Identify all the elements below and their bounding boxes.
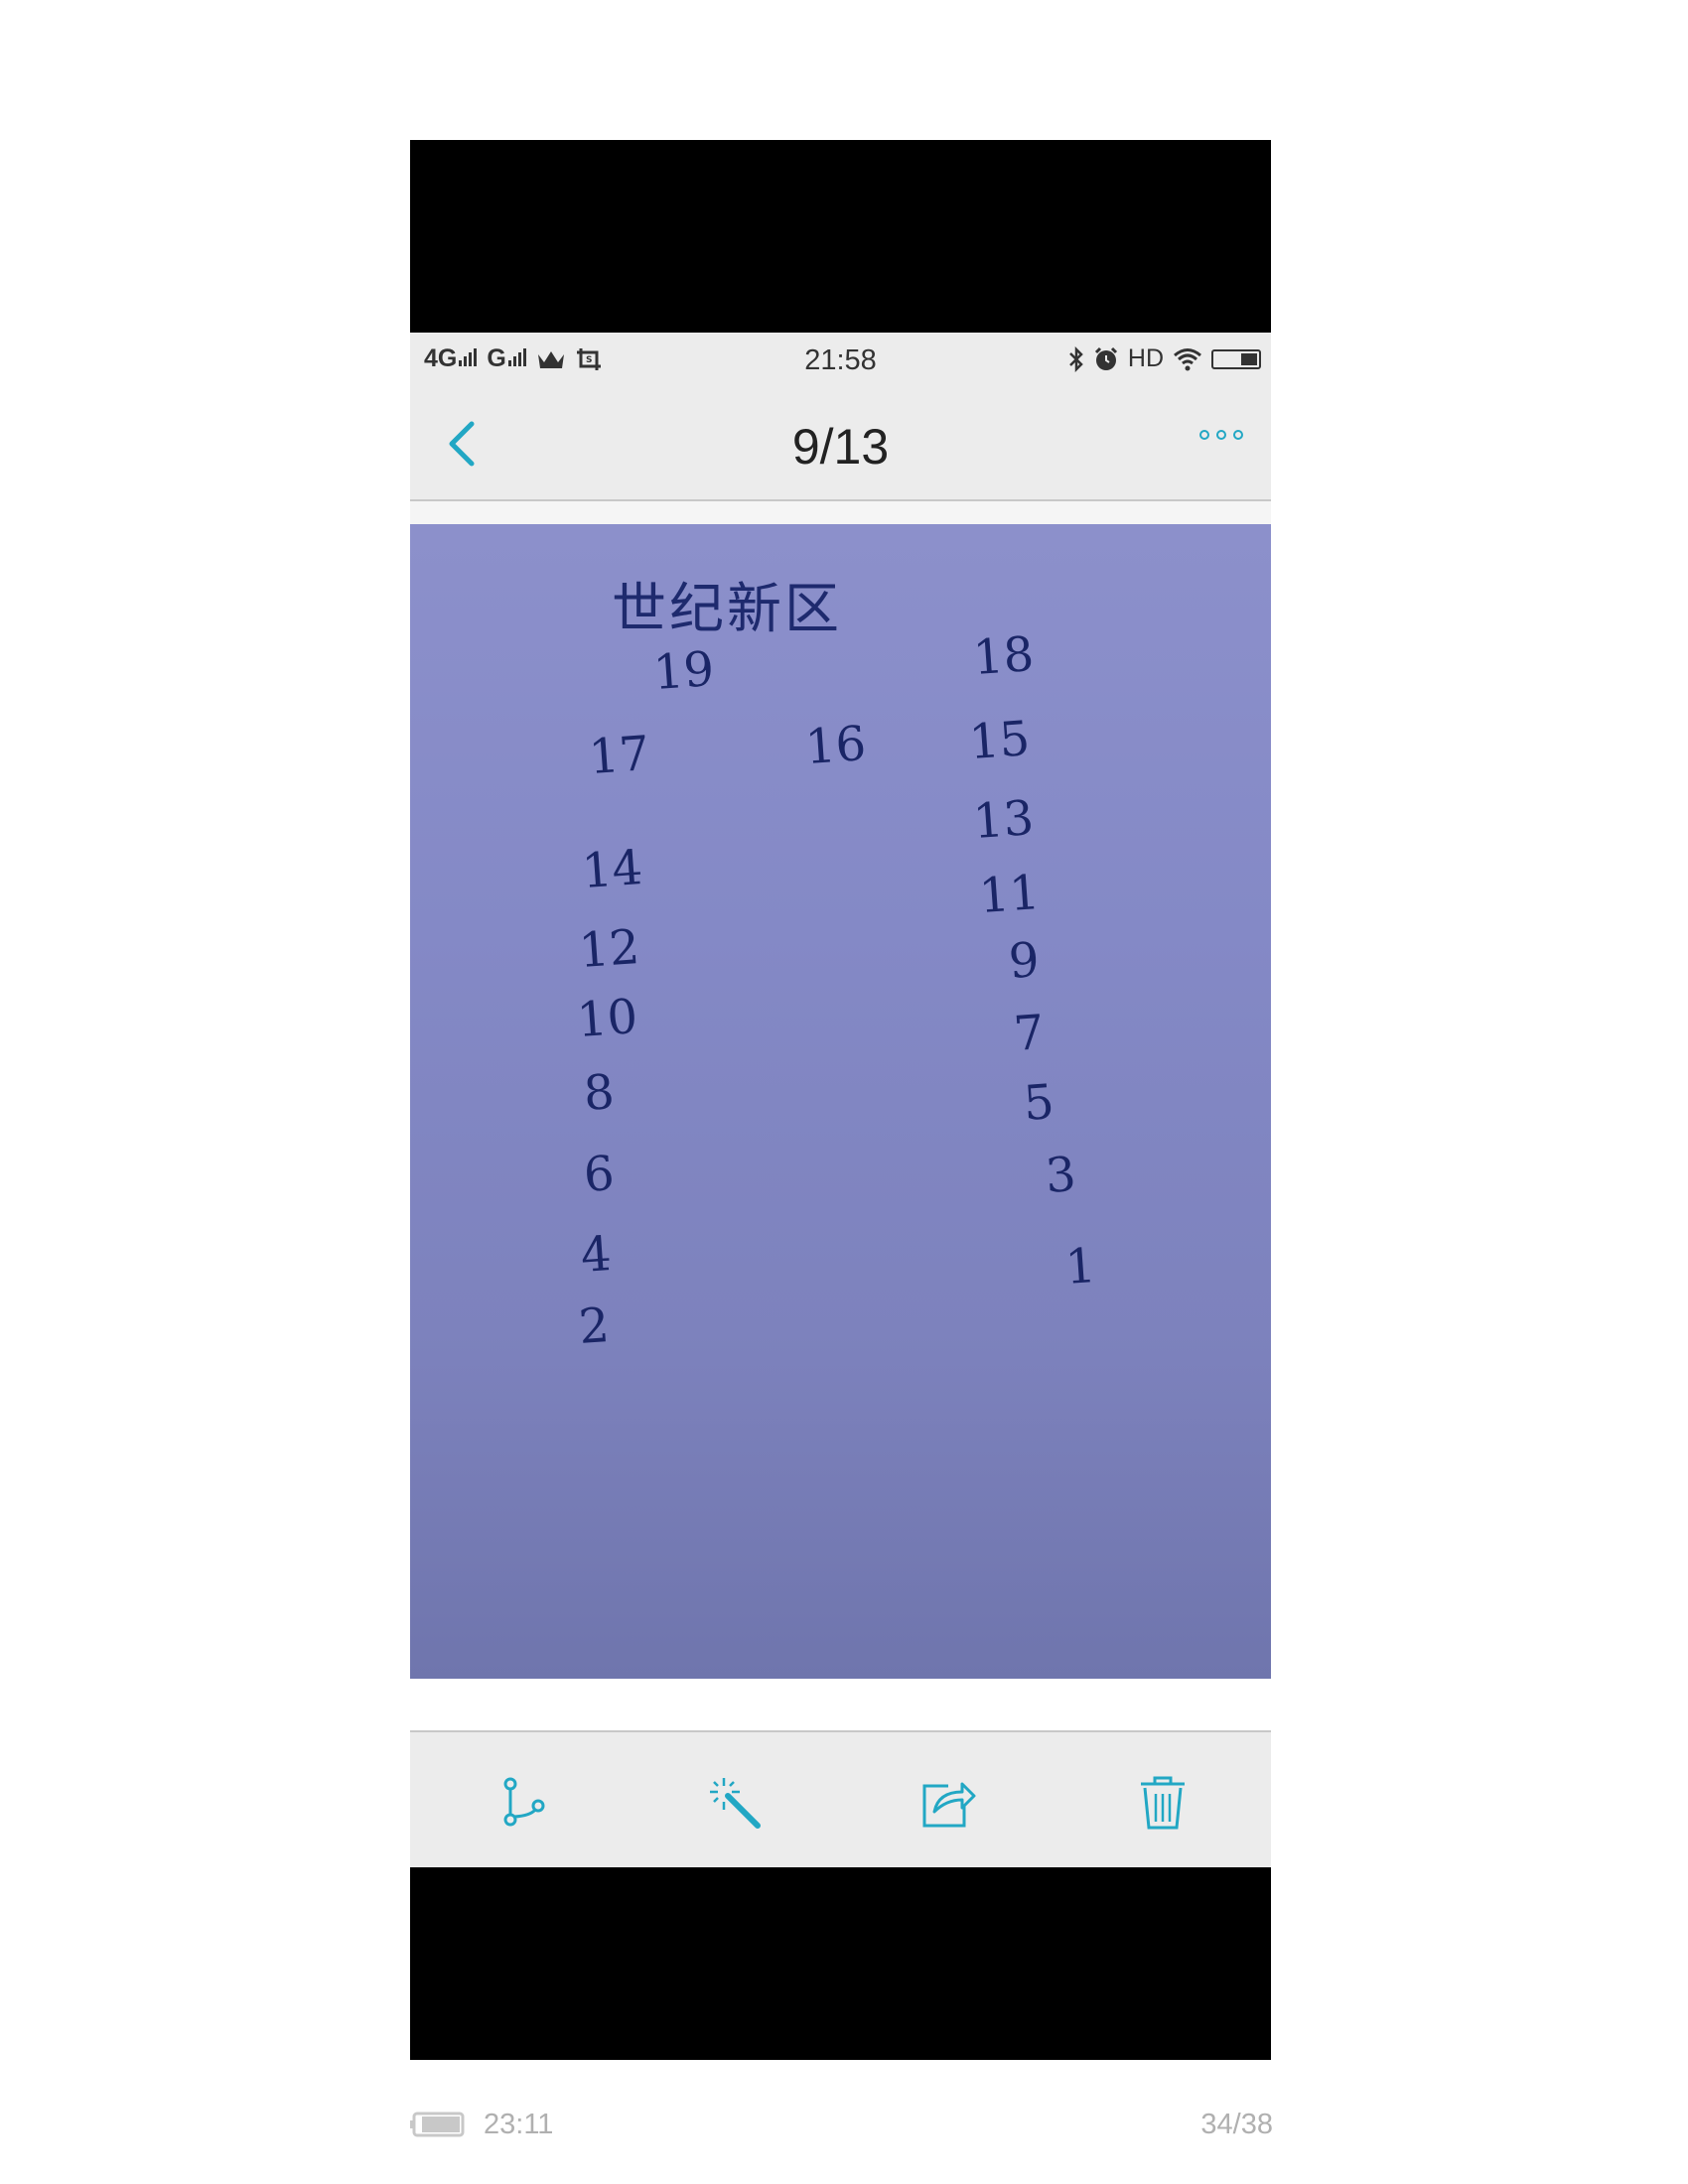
battery-icon <box>1211 348 1261 369</box>
photo-frame: 世纪新区 19 18 17 16 15 13 14 11 12 9 10 7 8… <box>410 501 1271 1679</box>
number-4: 4 <box>579 1226 614 1284</box>
footer-time: 23:11 <box>484 2109 554 2140</box>
status-right: HD <box>1068 344 1261 373</box>
status-bar: 4G G S 21:58 HD <box>410 333 1271 388</box>
number-1: 1 <box>1063 1238 1098 1296</box>
branch-icon[interactable] <box>494 1772 554 1832</box>
trash-icon[interactable] <box>1133 1772 1193 1832</box>
battery-icon <box>410 2112 465 2137</box>
top-black-bar <box>410 140 1271 333</box>
number-15: 15 <box>967 710 1032 771</box>
number-6: 6 <box>582 1146 617 1203</box>
number-9: 9 <box>1007 932 1042 990</box>
magic-wand-icon[interactable] <box>706 1772 766 1832</box>
number-18: 18 <box>971 625 1036 687</box>
number-7: 7 <box>1012 1005 1047 1062</box>
number-2: 2 <box>577 1297 612 1355</box>
number-16: 16 <box>803 715 868 776</box>
number-5: 5 <box>1022 1074 1056 1132</box>
number-14: 14 <box>580 839 644 900</box>
hd-label: HD <box>1127 344 1164 372</box>
number-13: 13 <box>971 789 1036 851</box>
number-10: 10 <box>575 988 639 1049</box>
number-12: 12 <box>577 918 641 980</box>
bluetooth-icon <box>1069 345 1083 372</box>
bottom-toolbar <box>410 1730 1271 1867</box>
share-icon[interactable] <box>918 1772 978 1832</box>
number-3: 3 <box>1044 1147 1078 1204</box>
number-19: 19 <box>651 640 716 702</box>
number-17: 17 <box>587 725 651 786</box>
number-8: 8 <box>582 1064 617 1122</box>
footer-page-counter: 34/38 <box>1200 2109 1273 2140</box>
nav-bar: 9/13 <box>410 388 1271 501</box>
wifi-icon <box>1174 347 1201 370</box>
number-11: 11 <box>977 864 1042 925</box>
page-counter: 9/13 <box>791 419 890 475</box>
bottom-black-bar <box>410 1867 1271 2060</box>
photo-title: 世纪新区 <box>612 577 843 640</box>
phone-screenshot: 4G G S 21:58 HD 9/13 世纪新区 19 18 17 16 15… <box>410 140 1271 2060</box>
handwritten-photo[interactable]: 世纪新区 19 18 17 16 15 13 14 11 12 9 10 7 8… <box>410 524 1271 1679</box>
more-dots-icon[interactable] <box>1199 430 1243 440</box>
alarm-icon <box>1094 346 1117 370</box>
